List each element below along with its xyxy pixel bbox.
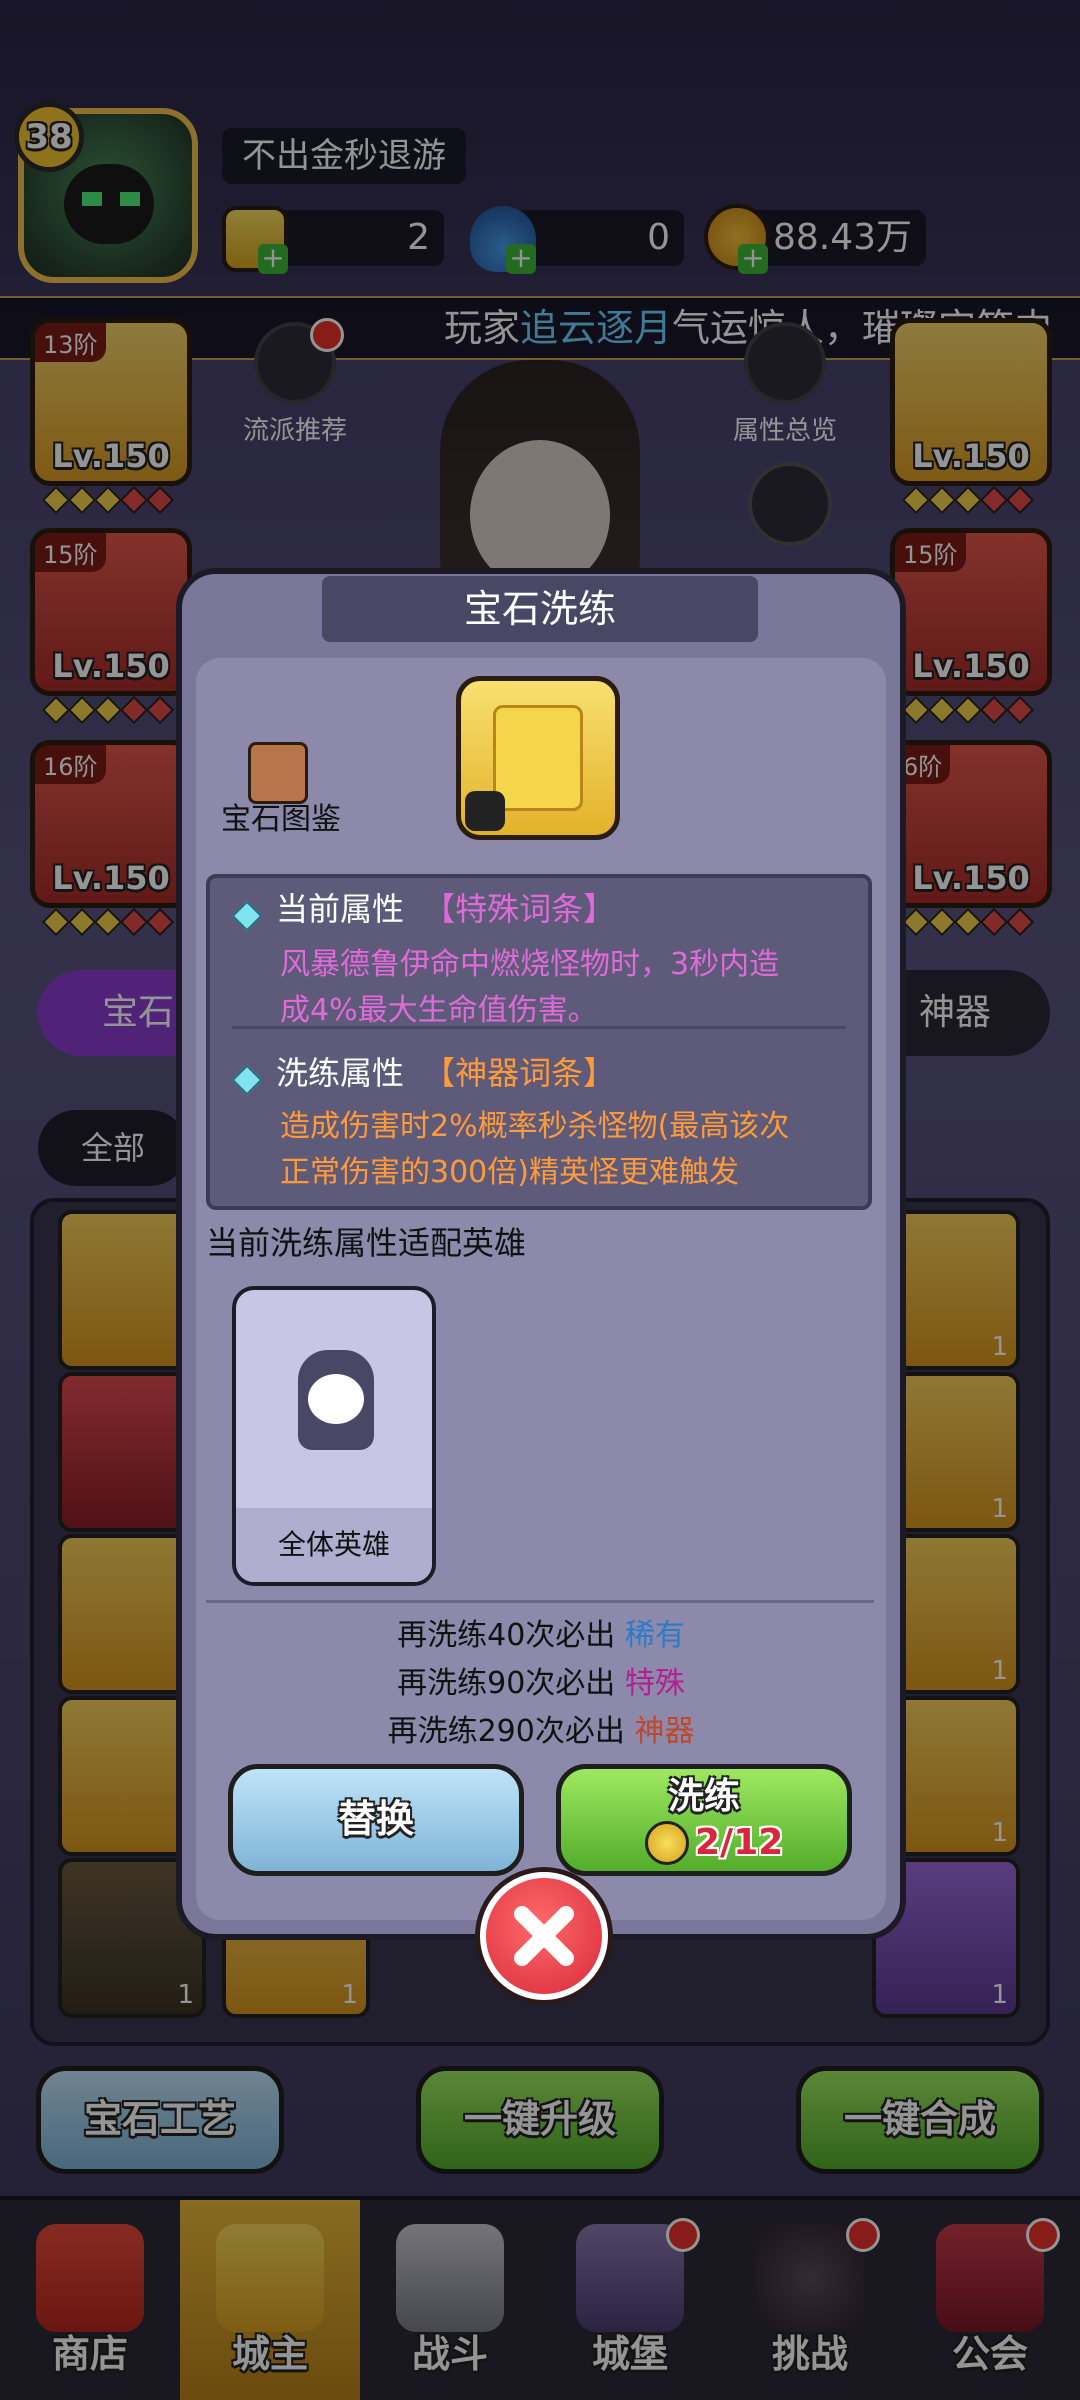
diamond-icon <box>231 899 263 932</box>
dialog-title: 宝石洗练 <box>322 576 758 642</box>
reroll-attr-line2: 正常伤害的300倍)精英怪更难触发 <box>280 1155 739 1190</box>
hero-card-all[interactable]: 全体英雄 <box>232 1286 436 1586</box>
close-icon <box>514 1906 574 1966</box>
reroll-cost: 2/12 <box>695 1822 784 1863</box>
pity-rarity: 神器 <box>634 1714 695 1749</box>
close-button[interactable] <box>480 1872 608 2000</box>
divider <box>232 1026 846 1029</box>
current-attr-desc: 风暴德鲁伊命中燃烧怪物时，3秒内造 成4%最大生命值伤害。 <box>280 942 860 1034</box>
reroll-attr-tag: 【神器词条】 <box>423 1054 616 1092</box>
reroll-attr-label: 洗练属性 <box>276 1054 405 1092</box>
current-attribute-header: 当前属性 【特殊词条】 <box>231 884 616 932</box>
pity-line-rare: 再洗练40次必出 稀有 <box>196 1610 886 1654</box>
pity-prefix: 再洗练290次必出 <box>387 1714 625 1749</box>
selected-gem-icon <box>456 676 620 840</box>
reroll-attr-line1: 造成伤害时2%概率秒杀怪物(最高该次 <box>280 1109 790 1144</box>
replace-button[interactable]: 替换 <box>228 1764 524 1876</box>
pity-rarity: 特殊 <box>624 1666 685 1701</box>
current-attr-line1: 风暴德鲁伊命中燃烧怪物时，3秒内造 <box>280 947 780 982</box>
adapt-heroes-label: 当前洗练属性适配英雄 <box>206 1224 527 1262</box>
reroll-stone-icon <box>645 1821 689 1865</box>
reroll-attr-desc: 造成伤害时2%概率秒杀怪物(最高该次 正常伤害的300倍)精英怪更难触发 <box>280 1104 860 1196</box>
current-attr-label: 当前属性 <box>276 890 405 928</box>
reroll-attribute-header: 洗练属性 【神器词条】 <box>231 1048 616 1096</box>
pity-line-special: 再洗练90次必出 特殊 <box>196 1658 886 1702</box>
pity-prefix: 再洗练90次必出 <box>397 1666 616 1701</box>
divider <box>206 1600 874 1603</box>
reroll-label: 洗练 <box>667 1776 740 1817</box>
pity-prefix: 再洗练40次必出 <box>397 1618 616 1653</box>
current-attr-tag: 【特殊词条】 <box>423 890 616 928</box>
pity-line-artifact: 再洗练290次必出 神器 <box>196 1706 886 1750</box>
gem-codex-label[interactable]: 宝石图鉴 <box>216 794 346 838</box>
game-screen: 38 不出金秒退游 2 + 0 + 88.43万 + 玩家追云逐月气运惊人，璀璨… <box>0 0 1080 2400</box>
hero-card-label: 全体英雄 <box>236 1508 432 1582</box>
diamond-icon <box>231 1063 263 1096</box>
reroll-button[interactable]: 洗练 2/12 <box>556 1764 852 1876</box>
pity-rarity: 稀有 <box>624 1618 685 1653</box>
